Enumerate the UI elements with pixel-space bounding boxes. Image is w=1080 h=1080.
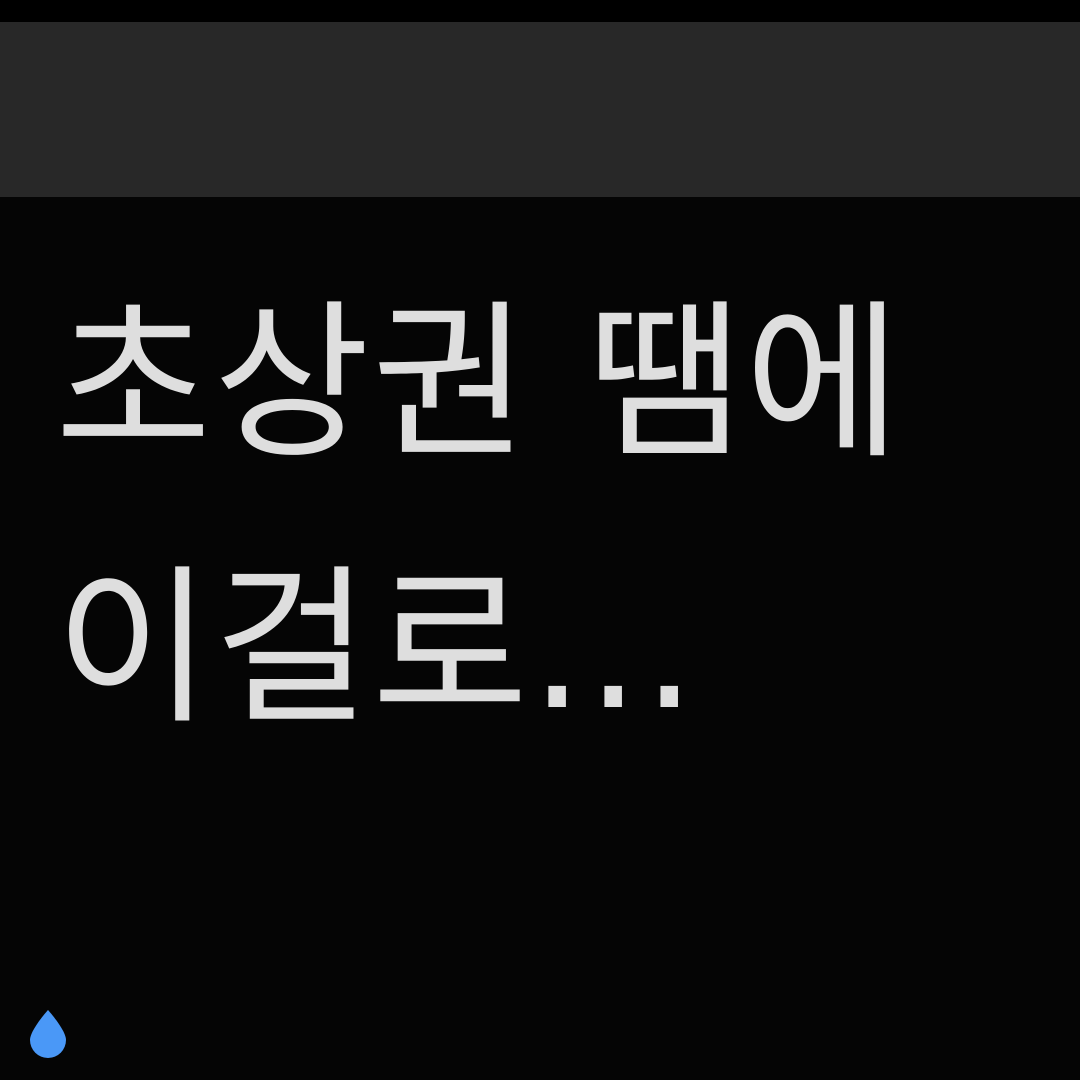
screen: 초상권 땜에 이걸로...: [0, 0, 1080, 1080]
header-bar: [0, 22, 1080, 197]
status-strip: [0, 0, 1080, 22]
water-drop-icon[interactable]: [26, 1008, 70, 1058]
caption-text: 초상권 땜에 이걸로...: [55, 285, 904, 748]
